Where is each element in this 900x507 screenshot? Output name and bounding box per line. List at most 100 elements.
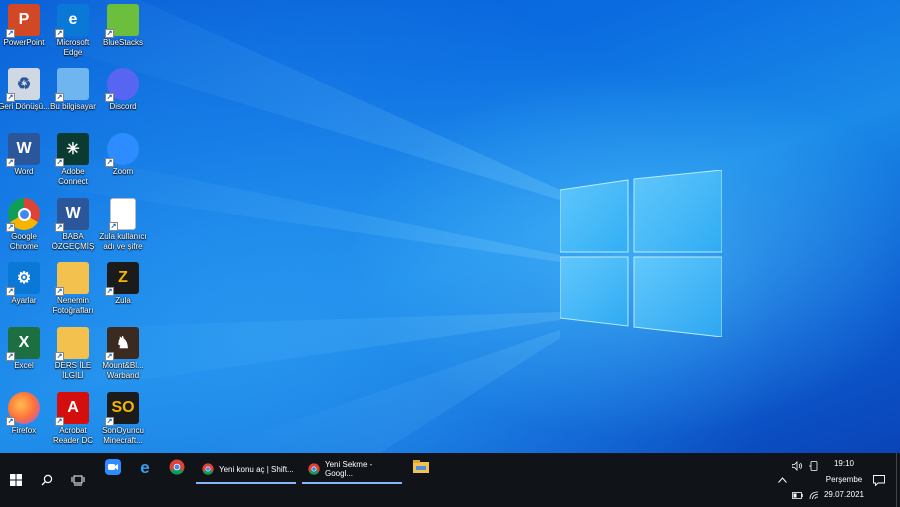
- word-document-icon: W ↗: [55, 198, 89, 232]
- zula-game-icon: Z ↗: [105, 262, 139, 296]
- desktop[interactable]: P ↗ PowerPoint e ↗ Microsoft Edge ↗ BlueStacks ♻…: [0, 0, 900, 453]
- desktop-icon-label: Mount&Bl... Warband: [102, 361, 144, 380]
- desktop-icon[interactable]: ↗ BlueStacks: [97, 4, 149, 48]
- desktop-icon[interactable]: SO ↗ SonOyuncu Minecraft...: [97, 392, 149, 445]
- search-icon: [41, 474, 53, 486]
- desktop-icon-label: Nenemin Fotoğrafları: [52, 296, 94, 315]
- action-center-button[interactable]: [868, 453, 890, 507]
- notification-icon: [873, 474, 885, 486]
- shortcut-arrow-icon: ↗: [6, 29, 15, 38]
- zoom-icon: ↗: [105, 133, 139, 167]
- folder-icon: ↗: [55, 262, 89, 296]
- desktop-icon-label: Zoom: [112, 167, 134, 176]
- desktop-icon[interactable]: ↗ Bu bilgisayar: [47, 68, 99, 112]
- taskbar: e Yeni konu aç | Shift... Yeni Sekme - G…: [0, 453, 900, 507]
- desktop-icon[interactable]: ↗ Firefox: [0, 392, 50, 436]
- desktop-icon[interactable]: ↗ Google Chrome: [0, 198, 50, 251]
- clock-day[interactable]: Perşembe: [822, 475, 866, 484]
- bluestacks-icon: ↗: [105, 4, 139, 38]
- desktop-icon[interactable]: ♞ ↗ Mount&Bl... Warband: [97, 327, 149, 380]
- shortcut-arrow-icon: ↗: [105, 287, 114, 296]
- svg-text:e: e: [140, 459, 149, 475]
- shortcut-arrow-icon: ↗: [6, 352, 15, 361]
- shortcut-arrow-icon: ↗: [55, 223, 64, 232]
- taskbar-window-chrome-1[interactable]: Yeni konu aç | Shift...: [196, 456, 296, 484]
- clock-date[interactable]: 29.07.2021: [822, 490, 866, 499]
- desktop-icon[interactable]: ↗ Nenemin Fotoğrafları: [47, 262, 99, 315]
- desktop-icon[interactable]: ↗ DERS İLE İLGİLİ: [47, 327, 99, 380]
- zoom-taskbar-button[interactable]: [100, 453, 126, 481]
- desktop-icon[interactable]: ✳ ↗ Adobe Connect: [47, 133, 99, 186]
- chrome-icon: ↗: [6, 198, 40, 232]
- desktop-icon[interactable]: e ↗ Microsoft Edge: [47, 4, 99, 57]
- windows-start-icon: [10, 474, 22, 486]
- edge-taskbar-button[interactable]: e: [132, 453, 158, 481]
- word-icon: W ↗: [6, 133, 40, 167]
- task-view-icon: [71, 475, 85, 486]
- desktop-icon-label: BlueStacks: [102, 38, 144, 47]
- desktop-icon-label: Zula kullanıcı adı ve şifre: [99, 232, 147, 251]
- powerpoint-icon: P ↗: [6, 4, 40, 38]
- desktop-icon-label: Microsoft Edge: [56, 38, 90, 57]
- file-explorer-button[interactable]: [408, 453, 434, 481]
- battery-button[interactable]: [790, 486, 804, 504]
- chrome-icon: [202, 463, 214, 475]
- zoom-taskbar-icon: [105, 459, 121, 475]
- window-title: Yeni konu aç | Shift...: [219, 464, 294, 474]
- desktop-icon[interactable]: ↗ Zula kullanıcı adı ve şifre: [97, 198, 149, 251]
- wifi-icon: [809, 491, 819, 499]
- desktop-icon[interactable]: ↗ Zoom: [97, 133, 149, 177]
- show-desktop-button[interactable]: [896, 453, 900, 507]
- desktop-icon[interactable]: P ↗ PowerPoint: [0, 4, 50, 48]
- shortcut-arrow-icon: ↗: [105, 29, 114, 38]
- start-button[interactable]: [0, 453, 32, 507]
- device-button[interactable]: [807, 457, 821, 475]
- desktop-icon[interactable]: A ↗ Acrobat Reader DC: [47, 392, 99, 445]
- battery-icon: [791, 491, 803, 499]
- taskbar-window-chrome-2[interactable]: Yeni Sekme - Googl...: [302, 456, 402, 484]
- edge-taskbar-icon: e: [140, 459, 149, 475]
- speaker-icon: [791, 461, 802, 471]
- desktop-icon[interactable]: ⚙ ↗ Ayarlar: [0, 262, 50, 306]
- desktop-icon-label: SonOyuncu Minecraft...: [102, 426, 144, 445]
- shortcut-arrow-icon: ↗: [105, 93, 114, 102]
- desktop-icon-label: PowerPoint: [3, 38, 45, 47]
- desktop-icon-label: Acrobat Reader DC: [52, 426, 93, 445]
- shortcut-arrow-icon: ↗: [6, 93, 15, 102]
- phone-link-icon: [809, 460, 818, 471]
- shortcut-arrow-icon: ↗: [105, 417, 114, 426]
- shortcut-arrow-icon: ↗: [6, 417, 15, 426]
- desktop-icon[interactable]: ↗ Discord: [97, 68, 149, 112]
- desktop-icon[interactable]: X ↗ Excel: [0, 327, 50, 371]
- network-button[interactable]: [807, 486, 821, 504]
- acrobat-icon: A ↗: [55, 392, 89, 426]
- desktop-icon[interactable]: Z ↗ Zula: [97, 262, 149, 306]
- shortcut-arrow-icon: ↗: [109, 222, 118, 231]
- desktop-icon-label: Adobe Connect: [58, 167, 88, 186]
- task-view-button[interactable]: [62, 453, 94, 507]
- windows-logo: [560, 170, 722, 337]
- chrome-taskbar-icon: [169, 459, 185, 475]
- sonoyuncu-icon: SO ↗: [105, 392, 139, 426]
- desktop-icon-label: Firefox: [11, 426, 37, 435]
- discord-icon: ↗: [105, 68, 139, 102]
- shortcut-arrow-icon: ↗: [55, 352, 64, 361]
- desktop-icon-label: Ayarlar: [11, 296, 37, 305]
- volume-button[interactable]: [790, 457, 804, 475]
- shortcut-arrow-icon: ↗: [6, 158, 15, 167]
- shortcut-arrow-icon: ↗: [55, 29, 64, 38]
- window-title: Yeni Sekme - Googl...: [325, 460, 373, 478]
- desktop-icon[interactable]: ♻ ↗ Geri Dönüşü...: [0, 68, 50, 112]
- desktop-icon-label: Word: [14, 167, 34, 176]
- search-button[interactable]: [32, 453, 62, 507]
- show-hidden-icons-button[interactable]: [774, 453, 790, 507]
- clock-time[interactable]: 19:10: [822, 459, 866, 468]
- chrome-taskbar-button[interactable]: [164, 453, 190, 481]
- shortcut-arrow-icon: ↗: [55, 158, 64, 167]
- desktop-icon[interactable]: W ↗ Word: [0, 133, 50, 177]
- recycle-bin-icon: ♻ ↗: [6, 68, 40, 102]
- text-file-icon: ↗: [109, 198, 136, 231]
- settings-gear-icon: ⚙ ↗: [6, 262, 40, 296]
- desktop-icon[interactable]: W ↗ BABA ÖZGEÇMİŞ: [47, 198, 99, 251]
- desktop-icon-label: Bu bilgisayar: [50, 102, 96, 111]
